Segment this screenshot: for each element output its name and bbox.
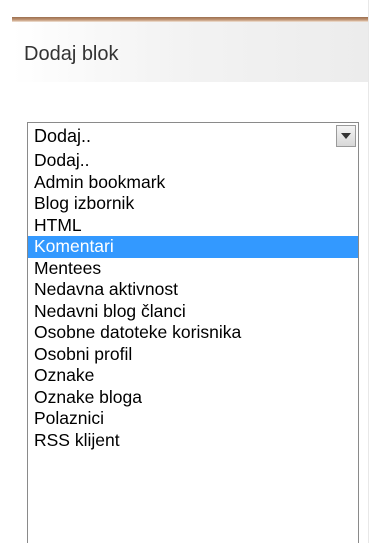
select-current-value: Dodaj.. <box>34 126 92 146</box>
chevron-down-icon[interactable] <box>336 125 356 147</box>
dropdown-option-komentari[interactable]: Komentari <box>28 236 358 258</box>
dropdown-option-osobni-profil[interactable]: Osobni profil <box>28 344 358 366</box>
dropdown-option-polaznici[interactable]: Polaznici <box>28 408 358 430</box>
select-dropdown-list: Dodaj.. Admin bookmark Blog izbornik HTM… <box>27 150 359 543</box>
dropdown-option-rss-klijent[interactable]: RSS klijent <box>28 430 358 452</box>
page: Dodaj blok Dodaj.. Dodaj.. Admin bookmar… <box>0 0 378 543</box>
block-title: Dodaj blok <box>24 43 119 65</box>
dropdown-option-mentees[interactable]: Mentees <box>28 258 358 280</box>
add-block-panel: Dodaj blok Dodaj.. Dodaj.. Admin bookmar… <box>0 0 369 543</box>
dropdown-option-admin-bookmark[interactable]: Admin bookmark <box>28 172 358 194</box>
dropdown-option-nedavna-aktivnost[interactable]: Nedavna aktivnost <box>28 279 358 301</box>
dropdown-option-dodaj[interactable]: Dodaj.. <box>28 150 358 172</box>
dropdown-option-oznake[interactable]: Oznake <box>28 365 358 387</box>
dropdown-option-blog-izbornik[interactable]: Blog izbornik <box>28 193 358 215</box>
dropdown-option-html[interactable]: HTML <box>28 215 358 237</box>
dropdown-option-oznake-bloga[interactable]: Oznake bloga <box>28 387 358 409</box>
dropdown-option-osobne-datoteke-korisnika[interactable]: Osobne datoteke korisnika <box>28 322 358 344</box>
add-block-select[interactable]: Dodaj.. <box>27 122 359 151</box>
dropdown-option-nedavni-blog-clanci[interactable]: Nedavni blog članci <box>28 301 358 323</box>
